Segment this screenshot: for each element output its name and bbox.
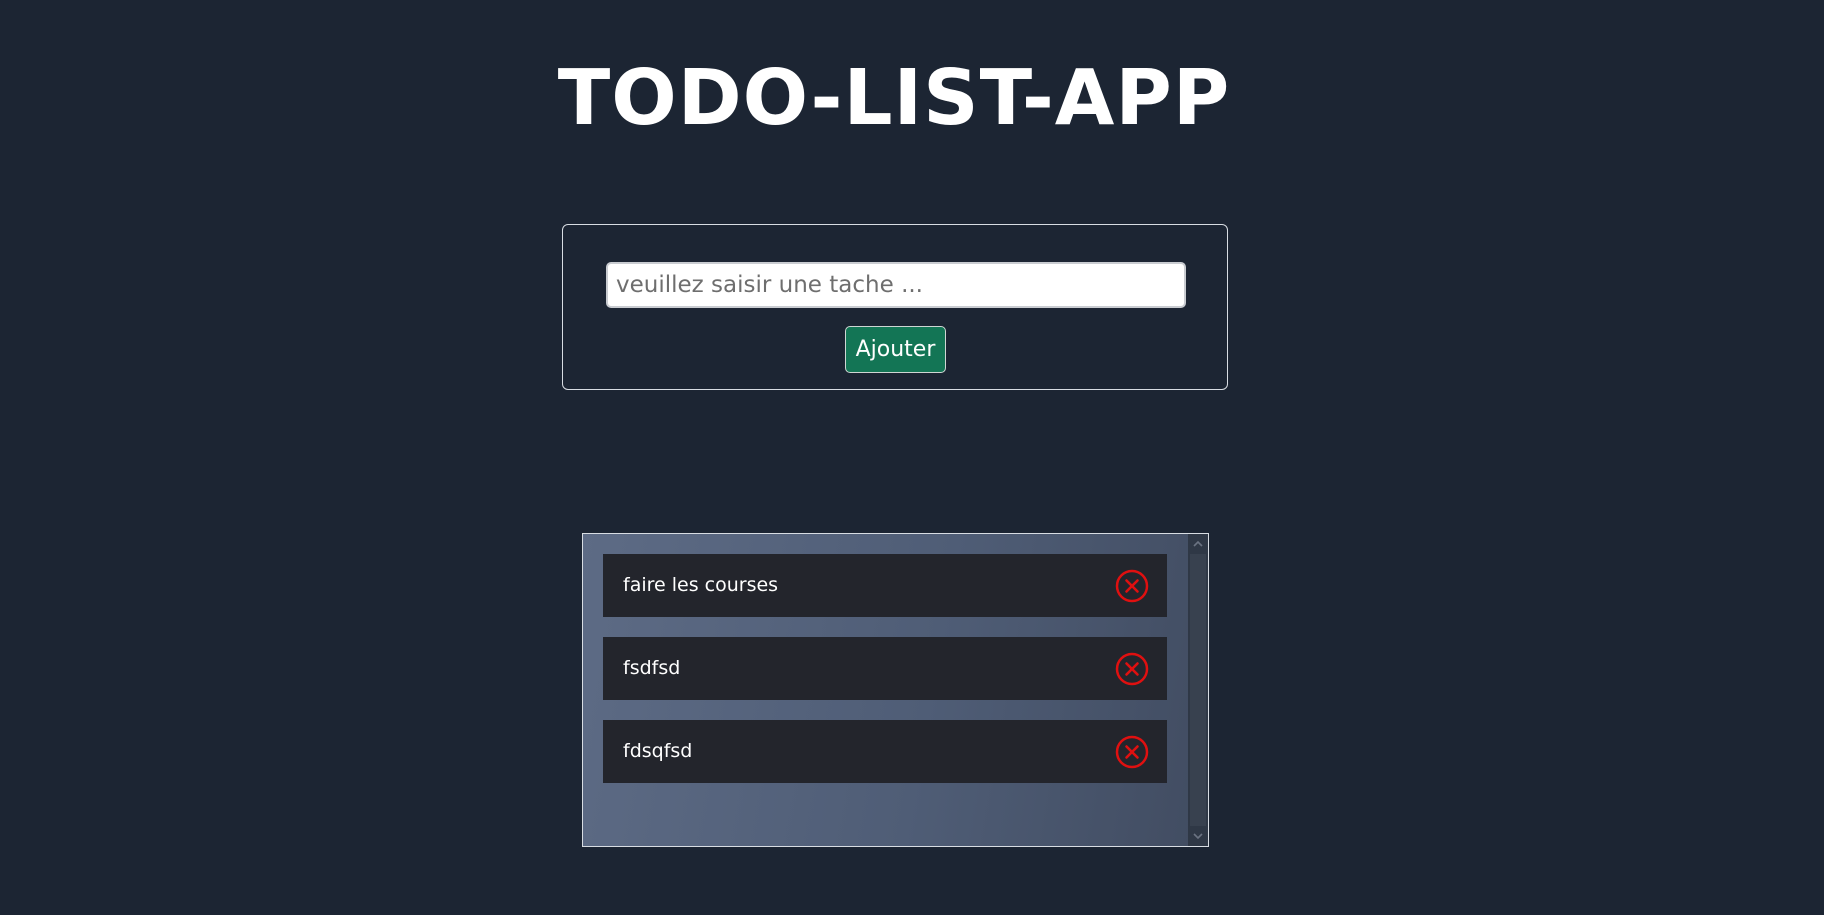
scroll-up-icon[interactable] <box>1188 534 1208 554</box>
add-task-button[interactable]: Ajouter <box>845 326 946 373</box>
list-scrollbar[interactable] <box>1188 534 1208 846</box>
delete-task-button[interactable] <box>1115 569 1149 603</box>
add-task-form: Ajouter <box>562 224 1228 390</box>
close-circle-icon <box>1115 569 1149 603</box>
todo-item: faire les courses <box>603 554 1167 617</box>
close-circle-icon <box>1115 735 1149 769</box>
todo-list: faire les courses fsdfsd fdsqfsd <box>603 554 1167 803</box>
todo-item-text: fsdfsd <box>623 657 681 679</box>
page-title: TODO-LIST-APP <box>557 54 1231 143</box>
todo-item: fsdfsd <box>603 637 1167 700</box>
close-circle-icon <box>1115 652 1149 686</box>
task-input[interactable] <box>606 262 1186 308</box>
todo-item-text: fdsqfsd <box>623 740 693 762</box>
scrollbar-thumb[interactable] <box>1190 554 1206 826</box>
todo-item-text: faire les courses <box>623 574 779 596</box>
scroll-down-icon[interactable] <box>1188 826 1208 846</box>
delete-task-button[interactable] <box>1115 652 1149 686</box>
todo-item: fdsqfsd <box>603 720 1167 783</box>
todo-list-panel: faire les courses fsdfsd fdsqfsd <box>582 533 1209 847</box>
delete-task-button[interactable] <box>1115 735 1149 769</box>
